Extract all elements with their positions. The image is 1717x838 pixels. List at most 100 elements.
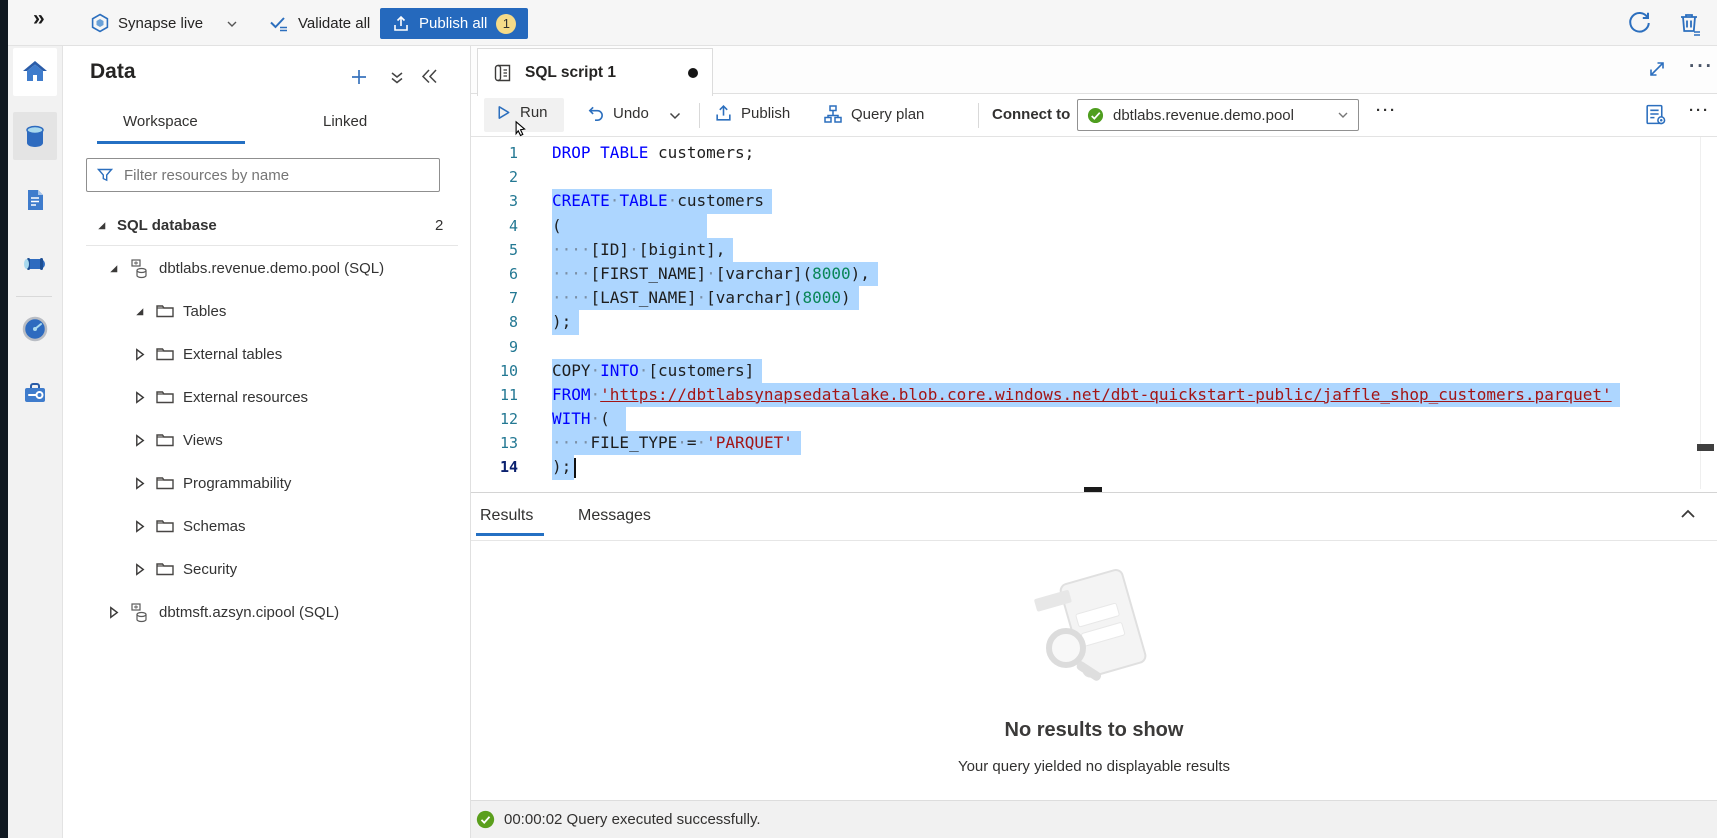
- expand-editor-icon[interactable]: [1647, 59, 1667, 79]
- scrollbar-cursor-marker[interactable]: [1697, 444, 1714, 451]
- query-plan-button[interactable]: Query plan: [823, 104, 924, 124]
- expand-panel-icon[interactable]: »: [33, 7, 45, 31]
- caret-collapsed-icon[interactable]: [133, 391, 146, 404]
- caret-collapsed-icon[interactable]: [133, 348, 146, 361]
- run-button[interactable]: Run: [495, 104, 548, 121]
- tree-item-dbtlabs-revenue-demo-pool-sql[interactable]: dbtlabs.revenue.demo.pool (SQL): [63, 252, 470, 284]
- sidebar-item-home[interactable]: [13, 48, 57, 96]
- caret-expanded-icon[interactable]: [133, 305, 146, 318]
- sidebar-item-develop[interactable]: [13, 176, 57, 224]
- code-line-14[interactable]: 14);: [471, 455, 1717, 479]
- code-line-11[interactable]: 11FROM·'https://dbtlabsynapsedatalake.bl…: [471, 383, 1717, 407]
- folder-icon: [155, 301, 175, 321]
- tree-item-label: SQL database: [117, 217, 217, 234]
- code-line-4[interactable]: 4(: [471, 214, 1717, 238]
- code-lines: 1DROP TABLE customers;23CREATE·TABLE·cus…: [471, 141, 1717, 480]
- tab-more-icon[interactable]: ···: [1689, 57, 1714, 76]
- results-active-underline: [476, 533, 544, 536]
- tree-item-label: dbtlabs.revenue.demo.pool (SQL): [159, 260, 384, 277]
- tree-item-security[interactable]: Security: [63, 553, 470, 585]
- tree-item-tables[interactable]: Tables: [63, 295, 470, 327]
- collapse-results-chevron-icon[interactable]: [1678, 504, 1698, 524]
- code-line-12[interactable]: 12WITH·(: [471, 407, 1717, 431]
- code-line-1[interactable]: 1DROP TABLE customers;: [471, 141, 1717, 165]
- code-line-9[interactable]: 9: [471, 335, 1717, 359]
- caret-collapsed-icon[interactable]: [107, 606, 120, 619]
- tree-item-label: Programmability: [183, 475, 291, 492]
- caret-collapsed-icon[interactable]: [133, 520, 146, 533]
- toolbar-more-icon[interactable]: ···: [1376, 103, 1397, 118]
- publish-label: Publish: [741, 105, 790, 122]
- tree-item-label: External tables: [183, 346, 282, 363]
- line-number: 2: [471, 165, 518, 189]
- sidebar-item-data[interactable]: [13, 112, 57, 160]
- refresh-icon[interactable]: [1626, 10, 1652, 36]
- code-line-6[interactable]: 6····[FIRST_NAME]·[varchar](8000),: [471, 262, 1717, 286]
- line-number: 11: [471, 383, 518, 407]
- no-results-illustration: [1014, 568, 1174, 700]
- code-line-7[interactable]: 7····[LAST_NAME]·[varchar](8000): [471, 286, 1717, 310]
- run-label: Run: [520, 104, 548, 121]
- synapse-live-selector[interactable]: Synapse live: [90, 13, 203, 33]
- tree-item-external-tables[interactable]: External tables: [63, 338, 470, 370]
- caret-expanded-icon[interactable]: [95, 219, 108, 232]
- tree-item-views[interactable]: Views: [63, 424, 470, 456]
- database-icon: [129, 601, 151, 623]
- validate-icon: [268, 12, 290, 34]
- tree-item-label: External resources: [183, 389, 308, 406]
- sidebar-item-manage[interactable]: [13, 369, 57, 417]
- unsaved-changes-dot: [688, 68, 698, 78]
- line-number: 4: [471, 214, 518, 238]
- run-options-caret-icon[interactable]: [668, 109, 682, 123]
- connection-dropdown[interactable]: dbtlabs.revenue.demo.pool: [1077, 99, 1359, 131]
- code-line-10[interactable]: 10COPY·INTO·[customers]: [471, 359, 1717, 383]
- sql-code-editor[interactable]: 1DROP TABLE customers;23CREATE·TABLE·cus…: [471, 137, 1717, 489]
- line-number: 12: [471, 407, 518, 431]
- tab-results[interactable]: Results: [480, 507, 533, 525]
- properties-icon[interactable]: [1643, 102, 1668, 127]
- tree-item-label: Schemas: [183, 518, 246, 535]
- toolbar-separator-2: [978, 103, 979, 128]
- caret-expanded-icon[interactable]: [107, 262, 120, 275]
- tree-item-label: Security: [183, 561, 237, 578]
- caret-collapsed-icon[interactable]: [133, 434, 146, 447]
- folder-icon: [155, 473, 175, 493]
- undo-button[interactable]: Undo: [586, 104, 649, 123]
- text-cursor: [574, 458, 576, 478]
- publish-count-badge: 1: [496, 14, 516, 34]
- tree-item-sql-database[interactable]: SQL database2: [63, 209, 470, 241]
- tab-title: SQL script 1: [525, 64, 616, 82]
- data-explorer-panel: Data Workspace Linked SQL database2dbtla…: [63, 46, 471, 838]
- validate-all-button[interactable]: Validate all: [268, 12, 370, 34]
- editor-more-icon[interactable]: ···: [1689, 103, 1710, 118]
- tab-sql-script-1[interactable]: SQL script 1: [477, 48, 713, 96]
- tree-item-external-resources[interactable]: External resources: [63, 381, 470, 413]
- monitor-gauge-icon: [21, 315, 49, 343]
- sidebar-item-monitor[interactable]: [13, 305, 57, 353]
- panel-resize-handle[interactable]: [1084, 487, 1102, 492]
- discard-trash-icon[interactable]: [1676, 10, 1703, 37]
- tree-item-dbtmsft-azsyn-cipool-sql[interactable]: dbtmsft.azsyn.cipool (SQL): [63, 596, 470, 628]
- tree-item-schemas[interactable]: Schemas: [63, 510, 470, 542]
- tab-messages[interactable]: Messages: [578, 507, 651, 525]
- connection-caret-icon: [1337, 109, 1349, 121]
- publish-button[interactable]: Publish: [714, 104, 790, 123]
- folder-icon: [155, 516, 175, 536]
- tree-item-programmability[interactable]: Programmability: [63, 467, 470, 499]
- synapse-logo-icon: [90, 13, 110, 33]
- code-line-8[interactable]: 8);: [471, 310, 1717, 334]
- code-line-2[interactable]: 2: [471, 165, 1717, 189]
- code-line-13[interactable]: 13····FILE_TYPE·=·'PARQUET': [471, 431, 1717, 455]
- code-line-3[interactable]: 3CREATE·TABLE·customers: [471, 189, 1717, 213]
- caret-collapsed-icon[interactable]: [133, 563, 146, 576]
- line-number: 6: [471, 262, 518, 286]
- results-divider: [471, 540, 1717, 541]
- folder-icon: [155, 387, 175, 407]
- develop-document-icon: [21, 186, 49, 214]
- mode-caret-icon[interactable]: [226, 18, 238, 30]
- undo-label: Undo: [613, 105, 649, 122]
- caret-collapsed-icon[interactable]: [133, 477, 146, 490]
- code-line-5[interactable]: 5····[ID]·[bigint],: [471, 238, 1717, 262]
- publish-all-button[interactable]: Publish all 1: [380, 8, 528, 39]
- sidebar-item-integrate[interactable]: [13, 240, 57, 288]
